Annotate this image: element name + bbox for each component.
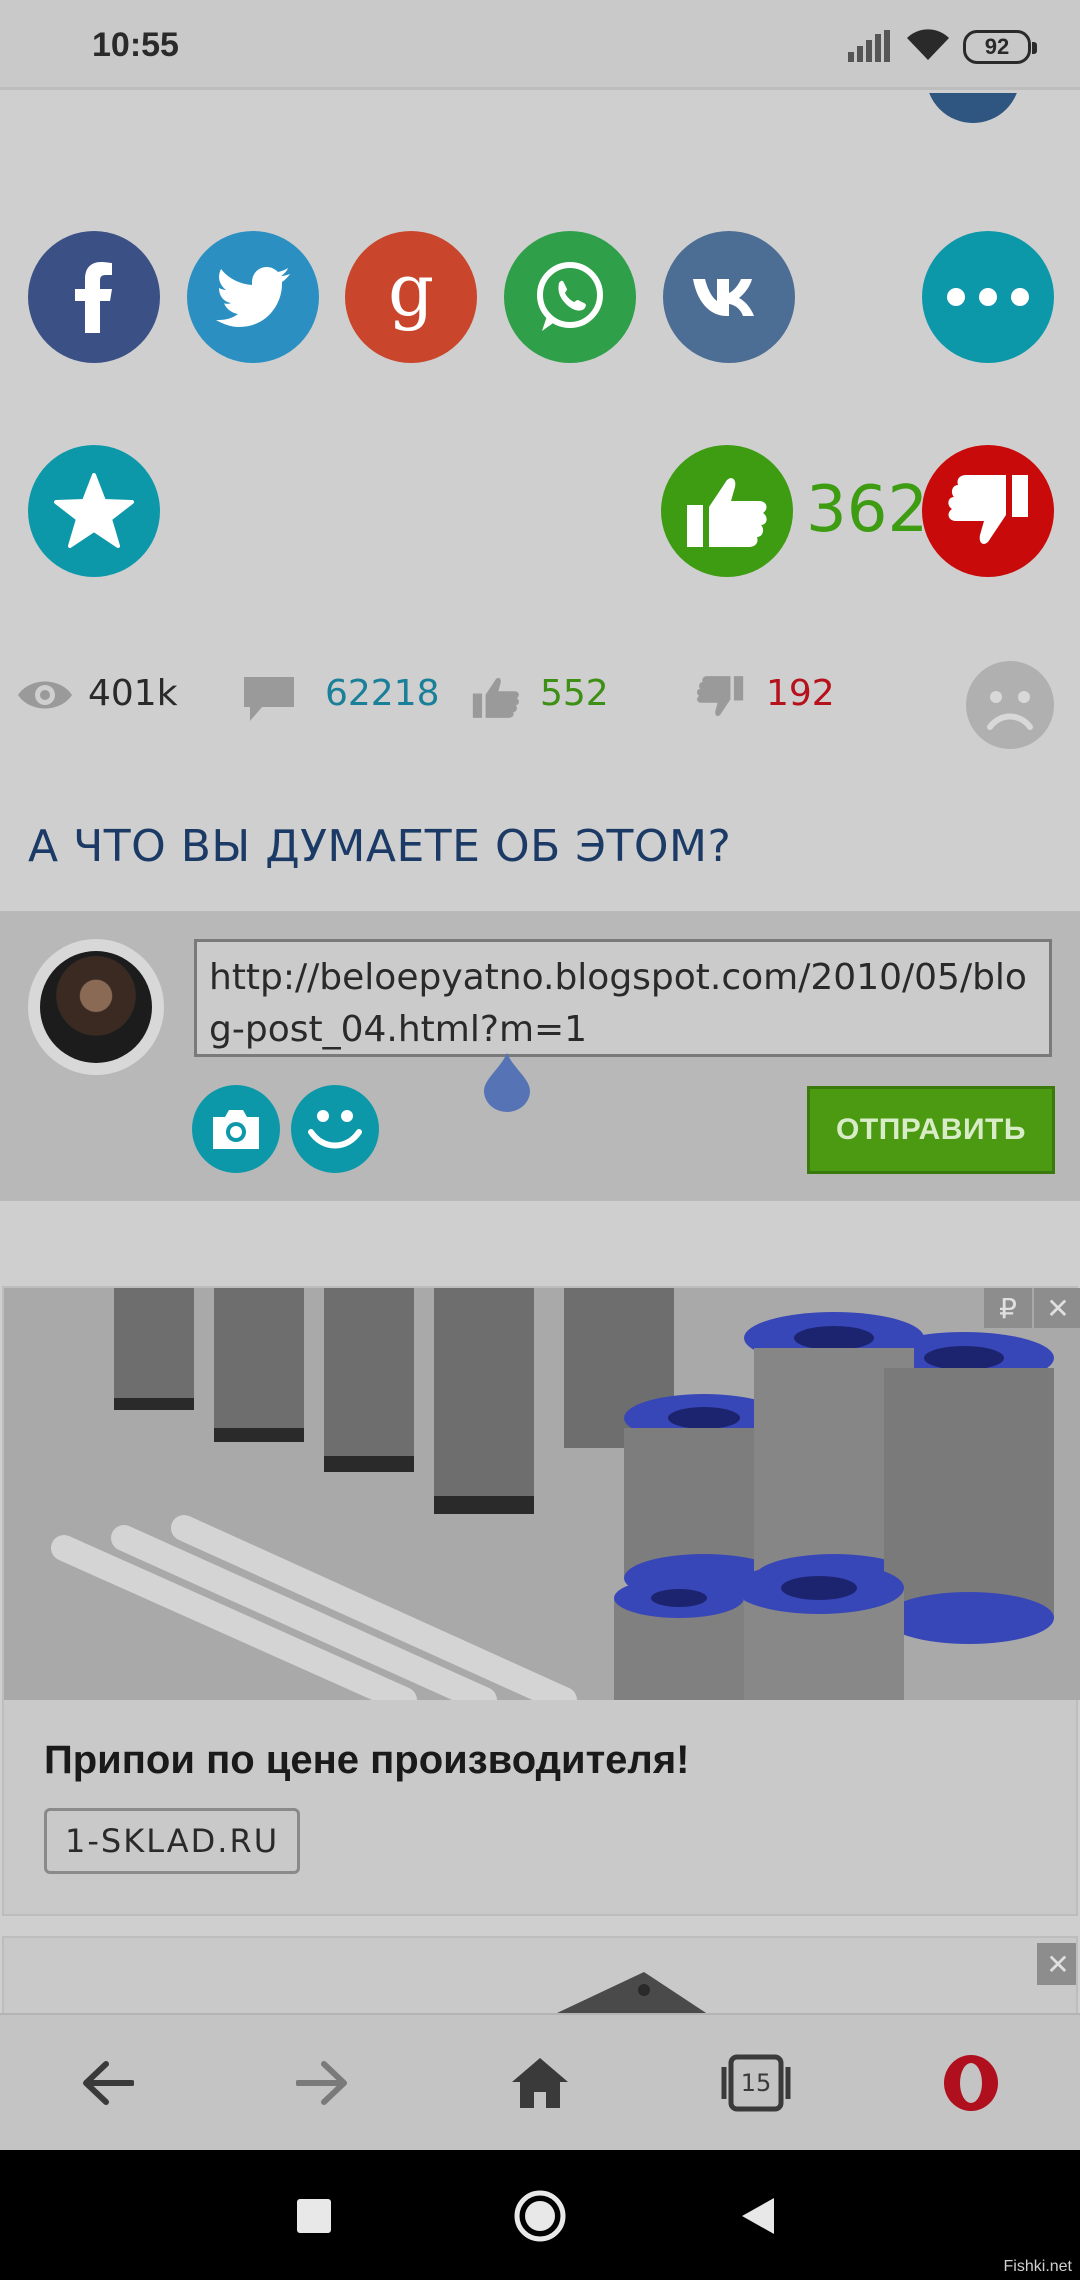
sad-face-icon[interactable] bbox=[966, 661, 1054, 749]
circle-icon bbox=[514, 2190, 566, 2242]
dislikes-count: 192 bbox=[766, 673, 835, 714]
recents-button[interactable] bbox=[284, 2186, 344, 2246]
attach-photo-button[interactable] bbox=[192, 1085, 280, 1173]
page-content: g 362 401k 62218 552 192 А ЧТО ВЫ ДУМАЕТ… bbox=[0, 93, 1080, 2013]
home-icon bbox=[512, 2058, 568, 2108]
smile-icon bbox=[308, 1110, 362, 1149]
share-whatsapp-button[interactable] bbox=[504, 231, 636, 363]
like-count: 362 bbox=[806, 473, 929, 547]
twitter-icon bbox=[216, 267, 290, 327]
wifi-icon bbox=[907, 29, 949, 60]
vk-icon bbox=[693, 279, 754, 316]
arrow-right-icon bbox=[296, 2061, 347, 2105]
tabs-button[interactable]: 15 bbox=[718, 2045, 794, 2121]
watermark: Fishki.net bbox=[1003, 2258, 1072, 2275]
system-navigation-bar bbox=[0, 2150, 1080, 2280]
comment-composer: http://beloepyatno.blogspot.com/2010/05/… bbox=[0, 911, 1080, 1201]
thumbs-down-small-icon bbox=[697, 676, 744, 717]
status-bar: 10:55 92 bbox=[0, 0, 1080, 90]
comment-input[interactable]: http://beloepyatno.blogspot.com/2010/05/… bbox=[194, 939, 1052, 1057]
facebook-icon bbox=[75, 262, 112, 333]
user-avatar-frame bbox=[28, 939, 164, 1075]
thumbs-down-icon bbox=[948, 475, 1028, 544]
share-vk-button[interactable] bbox=[663, 231, 795, 363]
share-more-button[interactable] bbox=[922, 231, 1054, 363]
comment-icon bbox=[244, 677, 294, 721]
system-home-button[interactable] bbox=[510, 2186, 570, 2246]
likes-count: 552 bbox=[540, 673, 609, 714]
ad2-close-button[interactable]: ✕ bbox=[1037, 1943, 1076, 1985]
comments-heading: А ЧТО ВЫ ДУМАЕТЕ ОБ ЭТОМ? bbox=[28, 821, 732, 872]
browser-toolbar: 15 bbox=[0, 2013, 1080, 2150]
author-badge bbox=[926, 93, 1020, 123]
ad-banner-2[interactable]: ✕ bbox=[2, 1936, 1078, 2013]
share-facebook-button[interactable] bbox=[28, 231, 160, 363]
like-button[interactable] bbox=[661, 445, 793, 577]
signal-icon bbox=[848, 30, 890, 62]
share-google-button[interactable]: g bbox=[345, 231, 477, 363]
more-icon bbox=[947, 288, 1029, 306]
camera-icon bbox=[213, 1110, 259, 1149]
views-count: 401k bbox=[88, 673, 178, 714]
arrow-left-icon bbox=[83, 2061, 134, 2105]
battery-indicator: 92 bbox=[963, 30, 1037, 64]
square-icon bbox=[297, 2199, 331, 2233]
tabs-count: 15 bbox=[740, 2069, 772, 2097]
eye-icon bbox=[18, 681, 72, 709]
ad-domain-button[interactable]: 1-SKLAD.RU bbox=[44, 1808, 301, 1874]
system-back-button[interactable] bbox=[728, 2186, 788, 2246]
opera-menu-button[interactable] bbox=[933, 2045, 1009, 2121]
avatar bbox=[40, 951, 152, 1063]
comments-count: 62218 bbox=[325, 673, 440, 714]
favorite-button[interactable] bbox=[28, 445, 160, 577]
share-twitter-button[interactable] bbox=[187, 231, 319, 363]
triangle-back-icon bbox=[742, 2198, 774, 2234]
star-icon bbox=[54, 473, 134, 548]
home-button[interactable] bbox=[502, 2045, 578, 2121]
ad2-image bbox=[557, 1972, 707, 2013]
thumbs-up-icon bbox=[687, 478, 767, 547]
send-comment-button[interactable]: ОТПРАВИТЬ bbox=[807, 1086, 1055, 1174]
status-time: 10:55 bbox=[92, 26, 179, 64]
text-cursor-handle[interactable] bbox=[480, 1051, 534, 1113]
google-icon: g bbox=[388, 257, 434, 332]
emoji-button[interactable] bbox=[291, 1085, 379, 1173]
svg-text:g: g bbox=[388, 257, 434, 332]
back-button[interactable] bbox=[70, 2045, 146, 2121]
ad-close-button[interactable]: ✕ bbox=[1034, 1288, 1080, 1328]
thumbs-up-small-icon bbox=[472, 677, 519, 718]
ad-image bbox=[4, 1288, 1080, 1700]
ad-title[interactable]: Припои по цене производителя! bbox=[44, 1738, 690, 1783]
ad-info-badge[interactable]: ₽ bbox=[984, 1288, 1032, 1328]
ad-banner[interactable]: ₽ ✕ Припои по цене производителя! 1-SKLA… bbox=[2, 1286, 1080, 1916]
forward-button[interactable] bbox=[284, 2045, 360, 2121]
whatsapp-icon bbox=[537, 262, 603, 331]
dislike-button[interactable] bbox=[922, 445, 1054, 577]
opera-logo-icon bbox=[944, 2055, 998, 2111]
